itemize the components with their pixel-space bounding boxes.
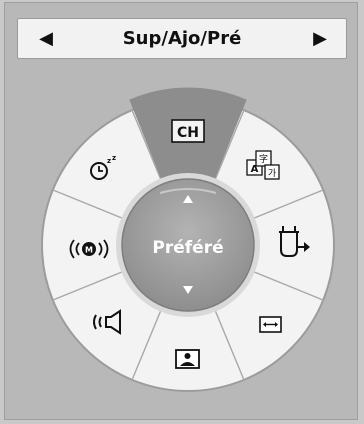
svg-text:z: z bbox=[107, 157, 111, 165]
quick-menu-wheel: Préféré CH A 字 가 M z z bbox=[41, 87, 335, 392]
channel-box-icon: CH bbox=[171, 119, 205, 143]
svg-text:字: 字 bbox=[259, 153, 268, 165]
center-label: Préféré bbox=[152, 238, 223, 258]
aspect-ratio-icon[interactable] bbox=[259, 316, 282, 333]
picture-mode-icon[interactable] bbox=[175, 349, 200, 369]
svg-text:z: z bbox=[112, 154, 116, 162]
segment-ch-label: CH bbox=[177, 125, 199, 141]
svg-text:가: 가 bbox=[268, 168, 276, 179]
svg-text:M: M bbox=[85, 246, 93, 255]
